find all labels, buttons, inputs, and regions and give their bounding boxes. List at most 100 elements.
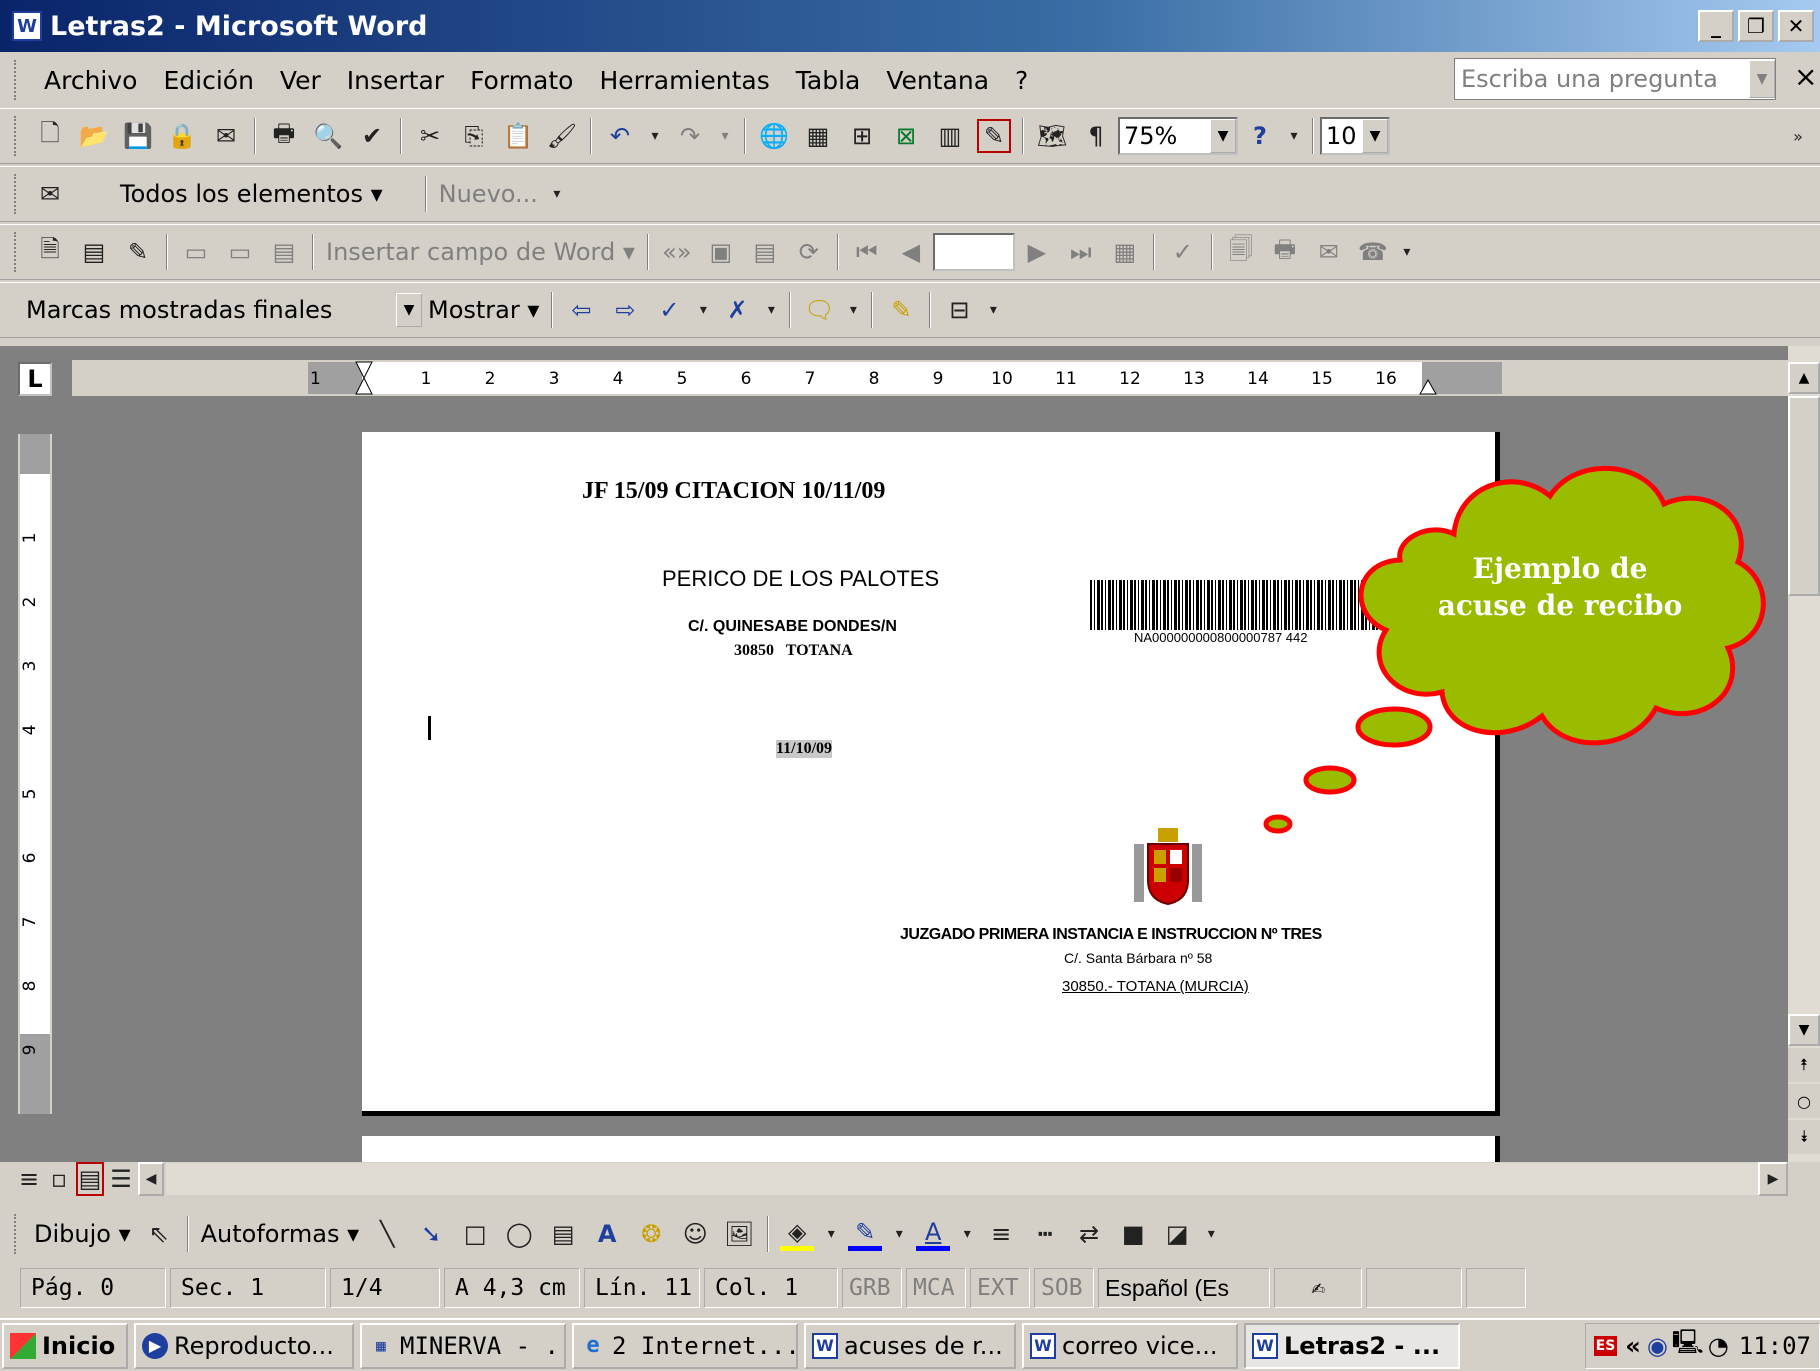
show-markup-dropdown[interactable]: Mostrar ▾ <box>428 296 539 324</box>
insert-fields-icon[interactable]: ▤ <box>267 235 301 269</box>
status-at[interactable]: A 4,3 cm <box>444 1268 580 1308</box>
text-box-icon[interactable]: ▤ <box>546 1217 580 1251</box>
vertical-ruler[interactable]: 1 2 3 4 5 6 7 8 9 <box>18 434 52 1114</box>
mail-icon[interactable]: ✉ <box>33 177 67 211</box>
menu-archivo[interactable]: Archivo <box>44 66 137 95</box>
arrow-style-icon[interactable]: ⇄ <box>1072 1217 1106 1251</box>
status-section[interactable]: Sec. 1 <box>170 1268 326 1308</box>
toolbar-options-icon[interactable]: ▾ <box>1400 235 1414 269</box>
scroll-thumb[interactable] <box>1788 396 1820 596</box>
merge-printer-icon[interactable]: 🖶 <box>1268 235 1302 269</box>
next-change-icon[interactable]: ⇨ <box>608 293 642 327</box>
clock[interactable]: 11:07 <box>1739 1332 1811 1360</box>
previous-change-icon[interactable]: ⇦ <box>564 293 598 327</box>
track-changes-icon[interactable]: ✎ <box>884 293 918 327</box>
print-preview-icon[interactable]: 🔍 <box>311 119 345 153</box>
3d-style-icon[interactable]: ◪ <box>1160 1217 1194 1251</box>
scroll-right-arrow[interactable]: ▶ <box>1758 1162 1788 1196</box>
show-hide-icon[interactable]: ¶ <box>1079 119 1113 153</box>
minimize-button[interactable]: _ <box>1698 10 1734 42</box>
menu-herramientas[interactable]: Herramientas <box>599 66 769 95</box>
email-icon[interactable]: ✉ <box>209 119 243 153</box>
line-style-icon[interactable]: ≡ <box>984 1217 1018 1251</box>
last-record-icon[interactable]: ⏭ <box>1064 235 1098 269</box>
spelling-status-icon[interactable]: ✍ <box>1274 1268 1362 1308</box>
clipart-icon[interactable]: ☺ <box>678 1217 712 1251</box>
reviewing-pane-icon[interactable]: ⊟ <box>942 293 976 327</box>
reject-dropdown-icon[interactable]: ▾ <box>764 293 778 327</box>
toolbar-options-icon[interactable]: ▾ <box>986 293 1000 327</box>
task-button-acuses[interactable]: W acuses de r... <box>804 1322 1016 1369</box>
language-indicator[interactable]: ES <box>1593 1335 1618 1356</box>
horizontal-scroll-track[interactable] <box>166 1163 1758 1195</box>
edit-recipients-icon[interactable]: ✎ <box>121 235 155 269</box>
menu-ventana[interactable]: Ventana <box>886 66 989 95</box>
arrow-tool-icon[interactable]: ➘ <box>414 1217 448 1251</box>
undo-dropdown-icon[interactable]: ▾ <box>647 119 663 153</box>
next-page-icon[interactable]: ⯯ <box>1788 1120 1820 1154</box>
hyperlink-icon[interactable]: 🌐 <box>757 119 791 153</box>
line-tool-icon[interactable]: ╲ <box>370 1217 404 1251</box>
data-source-icon[interactable]: ▤ <box>77 235 111 269</box>
insert-picture-icon[interactable]: 🖼 <box>722 1217 756 1251</box>
draw-menu-button[interactable]: Dibujo ▾ <box>34 1220 131 1248</box>
toolbar-grip[interactable] <box>14 232 20 272</box>
status-trk[interactable]: MCA <box>906 1268 966 1308</box>
insert-address-icon[interactable]: ▭ <box>179 235 213 269</box>
first-record-icon[interactable]: ⏮ <box>850 235 884 269</box>
status-page[interactable]: Pág. 0 <box>20 1268 166 1308</box>
close-document-button[interactable]: × <box>1794 60 1817 93</box>
menu-tabla[interactable]: Tabla <box>796 66 861 95</box>
tray-expand-button[interactable]: « <box>1625 1332 1641 1360</box>
line-color-icon[interactable]: ✎ <box>848 1217 883 1251</box>
toolbar-grip[interactable] <box>14 116 20 156</box>
merge-email-icon[interactable]: ✉ <box>1312 235 1346 269</box>
open-folder-icon[interactable]: 📂 <box>77 119 111 153</box>
vertical-scrollbar[interactable]: ▲ ▼ ⯭ ○ ⯯ <box>1788 346 1820 1162</box>
oval-tool-icon[interactable]: ◯ <box>502 1217 536 1251</box>
document-map-icon[interactable]: 🗺 <box>1035 119 1069 153</box>
insert-comment-icon[interactable]: 🗨 <box>802 293 836 327</box>
web-layout-icon[interactable]: ▫ <box>46 1162 72 1196</box>
scroll-up-arrow[interactable]: ▲ <box>1788 362 1820 394</box>
toolbar-grip[interactable] <box>14 1214 20 1254</box>
paste-icon[interactable]: 📋 <box>501 119 535 153</box>
check-errors-icon[interactable]: ✓ <box>1166 235 1200 269</box>
menu-help[interactable]: ? <box>1015 66 1028 95</box>
copy-icon[interactable]: ⎘ <box>457 119 491 153</box>
reject-change-icon[interactable]: ✗ <box>720 293 754 327</box>
undo-icon[interactable]: ↶ <box>603 119 637 153</box>
line-color-dropdown-icon[interactable]: ▾ <box>892 1217 906 1251</box>
task-button-letras2[interactable]: W Letras2 - ... <box>1244 1322 1460 1369</box>
view-merged-data-icon[interactable]: «» <box>660 235 694 269</box>
monitor-icon[interactable]: 🖳 <box>1672 1325 1704 1366</box>
select-browse-object-icon[interactable]: ○ <box>1788 1084 1820 1118</box>
comment-dropdown-icon[interactable]: ▾ <box>846 293 860 327</box>
start-button[interactable]: Inicio <box>2 1322 128 1369</box>
tab-selector[interactable]: L <box>18 362 52 396</box>
font-size-select[interactable]: 10 ▼ <box>1320 117 1390 155</box>
restore-button[interactable]: ❐ <box>1738 10 1774 42</box>
fill-dropdown-icon[interactable]: ▾ <box>824 1217 838 1251</box>
find-entry-icon[interactable]: ▦ <box>1108 235 1142 269</box>
redo-icon[interactable]: ↷ <box>673 119 707 153</box>
status-line[interactable]: Lín. 11 <box>584 1268 700 1308</box>
main-document-icon[interactable]: 🗎 <box>33 235 67 269</box>
highlight-fields-icon[interactable]: ▣ <box>704 235 738 269</box>
font-size-dropdown-arrow[interactable]: ▼ <box>1362 119 1388 153</box>
normal-view-icon[interactable]: ≡ <box>16 1162 42 1196</box>
menu-grip[interactable] <box>14 60 20 100</box>
merge-new-document-icon[interactable]: 🗐 <box>1224 235 1258 269</box>
select-objects-icon[interactable]: ⇖ <box>142 1217 176 1251</box>
menu-ver[interactable]: Ver <box>280 66 321 95</box>
toolbar-grip[interactable] <box>14 174 20 214</box>
zoom-select[interactable]: 75% ▼ <box>1118 117 1238 155</box>
diagram-icon[interactable]: ❂ <box>634 1217 668 1251</box>
accept-dropdown-icon[interactable]: ▾ <box>696 293 710 327</box>
horizontal-ruler[interactable]: 1 1 2 3 4 5 6 7 8 9 10 11 12 13 14 15 16 <box>72 360 1788 396</box>
outline-view-icon[interactable]: ☰ <box>108 1162 134 1196</box>
accept-change-icon[interactable]: ✓ <box>652 293 686 327</box>
task-button-media-player[interactable]: ▶ Reproducto... <box>134 1322 354 1369</box>
toolbar-options-icon[interactable]: ▾ <box>1287 119 1301 153</box>
zoom-dropdown-arrow[interactable]: ▼ <box>1210 119 1236 153</box>
